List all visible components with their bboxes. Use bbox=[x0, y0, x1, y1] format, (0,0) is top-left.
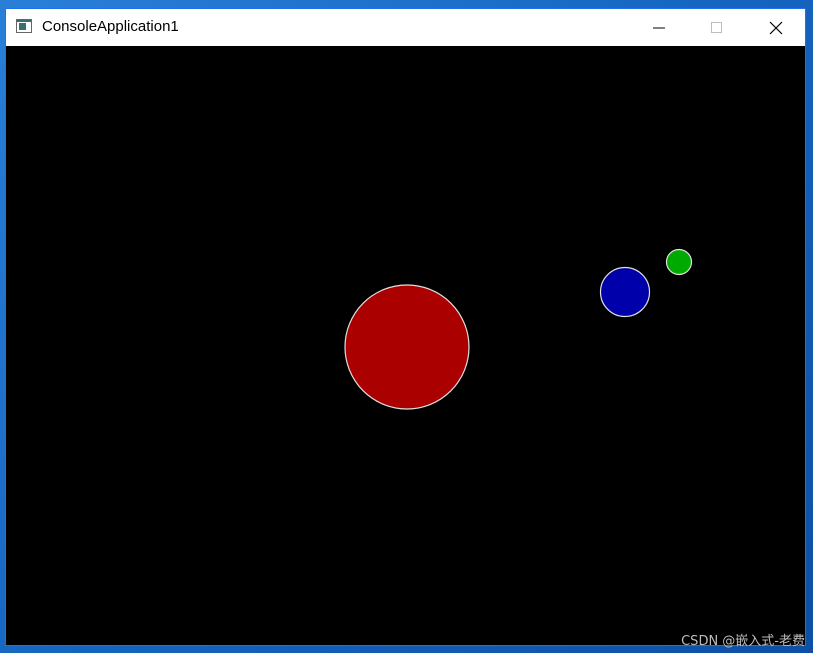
console-window-icon[interactable] bbox=[16, 19, 32, 33]
minimize-icon bbox=[653, 27, 665, 28]
drawing-canvas[interactable] bbox=[6, 46, 805, 645]
window-title: ConsoleApplication1 bbox=[42, 18, 179, 35]
icon-inner bbox=[19, 23, 26, 30]
blue-circle bbox=[599, 266, 651, 318]
icon-bar bbox=[17, 20, 31, 22]
console-window[interactable]: ConsoleApplication1 bbox=[5, 8, 806, 646]
desktop-background: ConsoleApplication1 CSDN @嵌入式-老费 bbox=[0, 0, 813, 653]
title-bar[interactable]: ConsoleApplication1 bbox=[6, 9, 805, 46]
close-button[interactable] bbox=[747, 9, 805, 46]
maximize-button[interactable] bbox=[688, 9, 746, 46]
csdn-watermark: CSDN @嵌入式-老费 bbox=[681, 634, 805, 649]
minimize-button[interactable] bbox=[630, 9, 688, 46]
red-circle bbox=[344, 284, 470, 410]
green-circle bbox=[665, 248, 693, 276]
canvas-svg bbox=[344, 248, 693, 410]
maximize-icon bbox=[711, 21, 722, 33]
close-icon bbox=[769, 21, 783, 34]
